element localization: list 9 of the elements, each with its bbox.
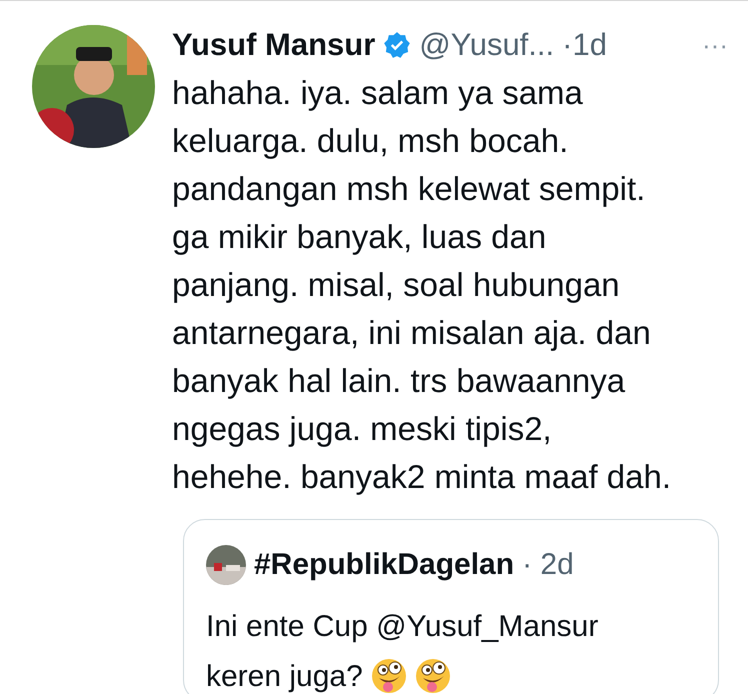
- quoted-tweet-card[interactable]: #RepublikDagelan · 2d Ini ente Cup @Yusuf_Mansur keren juga?: [183, 519, 719, 694]
- quoted-tweet-text: Ini ente Cup @Yusuf_Mansur: [206, 608, 598, 644]
- author-handle[interactable]: @Yusuf...: [419, 22, 554, 68]
- quoted-tweet-text: keren juga?: [206, 658, 363, 694]
- tweet-text: hahaha. iya. salam ya sama keluarga. dulu, msh bocah. pandangan msh kelewat sempit. ga mikir banyak, luas dan panjang. misal, soal hubungan antarnegara, ini misalan aja. dan banyak hal lain. trs bawaannya ngegas juga. meski tipis2, hehehe. banyak2 minta maaf dah.: [172, 73, 672, 497]
- quoted-tweet-time: · 2d: [522, 547, 574, 583]
- author-name[interactable]: Yusuf Mansur: [172, 22, 376, 68]
- quoted-author-name[interactable]: #RepublikDagelan: [254, 542, 514, 587]
- tweet-time: ·1d: [562, 26, 607, 64]
